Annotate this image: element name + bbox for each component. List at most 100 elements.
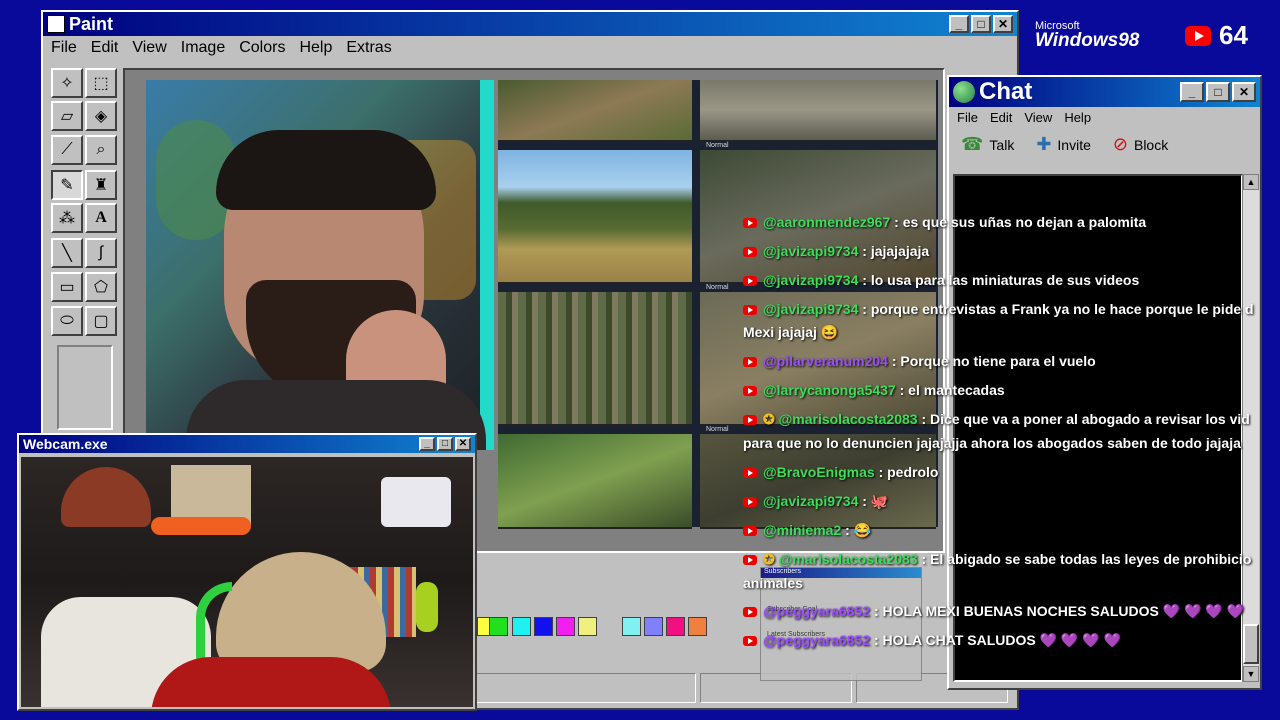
text-tool[interactable]: A (85, 203, 117, 233)
color-swatch[interactable] (622, 617, 641, 636)
talk-label: Talk (989, 136, 1015, 153)
minimize-button[interactable]: _ (949, 15, 969, 33)
chat-username: @aaronmendez967 (763, 214, 891, 230)
color-swatch[interactable] (688, 617, 707, 636)
chat-username: @javizapi9734 (763, 272, 859, 288)
close-button[interactable]: ✕ (455, 437, 471, 451)
block-icon: ⊘ (1112, 134, 1128, 154)
chat-menubar: File Edit View Help (949, 107, 1260, 128)
color-swatch[interactable] (556, 617, 575, 636)
scroll-thumb[interactable] (1243, 624, 1259, 664)
youtube-icon (1185, 25, 1211, 46)
color-swatch[interactable] (489, 617, 508, 636)
airbrush-tool[interactable]: ⁂ (51, 203, 83, 233)
block-button[interactable]: ⊘ Block (1113, 134, 1168, 155)
curve-tool[interactable]: ∫ (85, 238, 117, 268)
chat-username: @javizapi9734 (763, 493, 859, 509)
camera-label: Normal (706, 284, 729, 291)
paint-status-bar (476, 673, 1016, 703)
pencil-tool[interactable]: ✎ (51, 170, 83, 200)
camera-3 (498, 150, 692, 284)
color-swatch[interactable] (578, 617, 597, 636)
tool-options-box[interactable] (57, 345, 113, 430)
menu-image[interactable]: Image (181, 39, 225, 57)
menu-colors[interactable]: Colors (239, 39, 285, 57)
maximize-button[interactable]: □ (1206, 82, 1230, 102)
youtube-icon (743, 218, 757, 229)
chat-menu-file[interactable]: File (957, 110, 978, 125)
youtube-icon (743, 247, 757, 258)
chat-toolbar: ☎ Talk ✚ Invite ⊘ Block (949, 128, 1260, 161)
chat-menu-view[interactable]: View (1024, 110, 1052, 125)
menu-edit[interactable]: Edit (91, 39, 119, 57)
chat-username: @javizapi9734 (763, 301, 859, 317)
eraser-tool[interactable]: ▱ (51, 101, 83, 131)
color-swatch[interactable] (512, 617, 531, 636)
scroll-up-button[interactable]: ▲ (1243, 174, 1259, 190)
menu-extras[interactable]: Extras (346, 39, 391, 57)
youtube-icon (743, 468, 757, 479)
rect-select-tool[interactable]: ⬚ (85, 68, 117, 98)
chat-username: @peggyara6852 (763, 632, 871, 648)
chat-scrollbar[interactable]: ▲ ▼ (1242, 174, 1259, 682)
chat-menu-help[interactable]: Help (1064, 110, 1091, 125)
minimize-button[interactable]: _ (419, 437, 435, 451)
menu-view[interactable]: View (132, 39, 166, 57)
camera-2 (700, 80, 936, 142)
menu-help[interactable]: Help (299, 39, 332, 57)
ellipse-tool[interactable]: ⬭ (51, 306, 83, 336)
chat-text: : HOLA MEXI BUENAS NOCHES SALUDOS 💜 💜 💜 … (873, 603, 1245, 619)
menu-file[interactable]: File (51, 39, 77, 57)
chat-message: @peggyara6852 : HOLA MEXI BUENAS NOCHES … (743, 603, 1244, 620)
maximize-button[interactable]: □ (437, 437, 453, 451)
color-swatch[interactable] (666, 617, 685, 636)
chat-menu-edit[interactable]: Edit (990, 110, 1012, 125)
fill-tool[interactable]: ◈ (85, 101, 117, 131)
color-picker-tool[interactable]: ⟋ (51, 135, 83, 165)
youtube-icon (743, 386, 757, 397)
chat-username: @marisolacosta2083 (778, 551, 918, 567)
camera-7 (498, 434, 692, 529)
color-swatch[interactable] (644, 617, 663, 636)
chat-message: ✪ @marisolacosta2083 : Dice que va a pon… (743, 411, 1250, 428)
invite-button[interactable]: ✚ Invite (1036, 134, 1091, 155)
chat-message: @BravoEnigmas : pedrolo (743, 464, 938, 480)
free-select-tool[interactable]: ✧ (51, 68, 83, 98)
rectangle-tool[interactable]: ▭ (51, 272, 83, 302)
color-swatch[interactable] (534, 617, 553, 636)
invite-label: Invite (1057, 136, 1091, 153)
brush-tool[interactable]: ♜ (85, 170, 117, 200)
chat-message: ✪ @marisolacosta2083 : El abigado se sab… (743, 551, 1251, 568)
youtube-icon (743, 305, 757, 316)
scroll-down-button[interactable]: ▼ (1243, 666, 1259, 682)
paint-titlebar[interactable]: Paint _ □ ✕ (43, 12, 1017, 36)
rounded-rect-tool[interactable]: ▢ (85, 306, 117, 336)
maximize-button[interactable]: □ (971, 15, 991, 33)
line-tool[interactable]: ╲ (51, 238, 83, 268)
youtube-icon (743, 555, 757, 566)
close-button[interactable]: ✕ (1232, 82, 1256, 102)
youtube-icon (743, 526, 757, 537)
chat-message: @javizapi9734 : lo usa para las miniatur… (743, 272, 1139, 288)
member-badge-icon: ✪ (763, 551, 779, 567)
chat-title: Chat (979, 78, 1033, 105)
webcam-window: Webcam.exe _ □ ✕ (17, 433, 477, 711)
chat-username: @javizapi9734 (763, 243, 859, 259)
polygon-tool[interactable]: ⬠ (85, 272, 117, 302)
chat-text: : 😂 (845, 522, 872, 538)
youtube-icon (743, 357, 757, 368)
minimize-button[interactable]: _ (1180, 82, 1204, 102)
paint-title: Paint (69, 13, 114, 34)
chat-text: : el mantecadas (899, 382, 1005, 398)
viewer-count: 64 (1219, 20, 1248, 50)
member-badge-icon: ✪ (763, 411, 779, 427)
talk-button[interactable]: ☎ Talk (961, 134, 1014, 155)
magnifier-tool[interactable]: ⌕ (85, 135, 117, 165)
close-button[interactable]: ✕ (993, 15, 1013, 33)
streamer-camera-feed (146, 80, 494, 450)
webcam-titlebar[interactable]: Webcam.exe _ □ ✕ (19, 435, 475, 453)
camera-1 (498, 80, 692, 142)
chat-titlebar[interactable]: Chat _ □ ✕ (949, 77, 1260, 107)
phone-icon: ☎ (961, 134, 984, 154)
youtube-icon (743, 636, 757, 647)
